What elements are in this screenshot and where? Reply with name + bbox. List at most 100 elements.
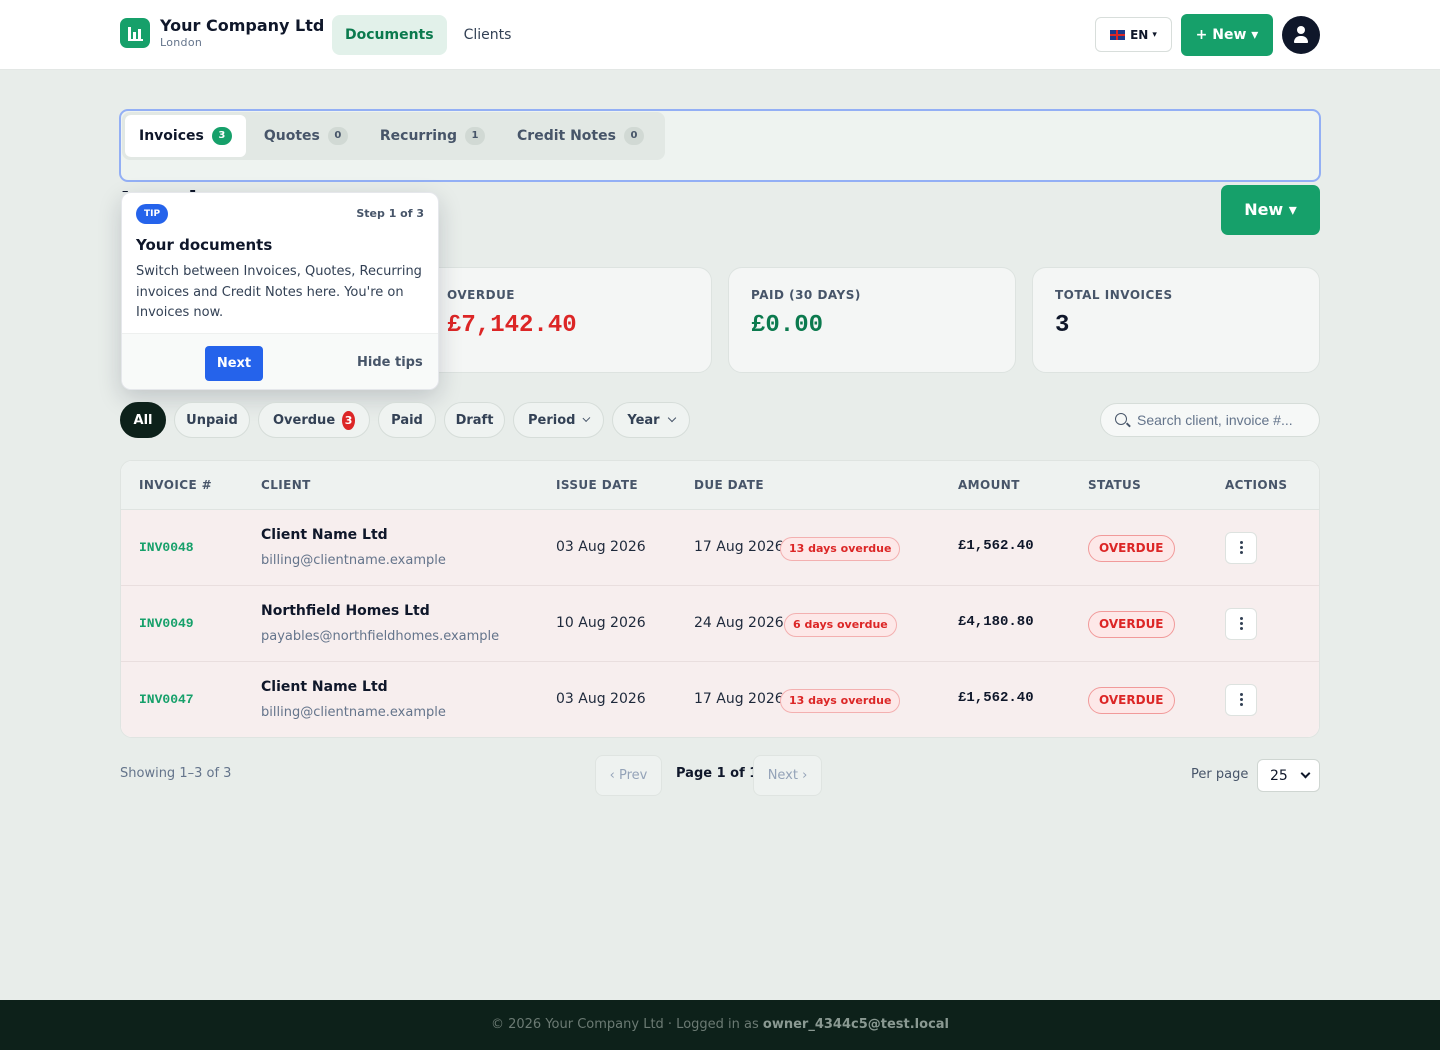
filter-label: Period	[528, 412, 576, 428]
column-header: ACTIONS	[1225, 478, 1288, 492]
main-nav: Documents Clients	[332, 15, 528, 55]
tab-count: 0	[327, 127, 348, 145]
table-header: INVOICE # CLIENT ISSUE DATE DUE DATE AMO…	[121, 461, 1319, 510]
filter-unpaid[interactable]: Unpaid	[174, 402, 250, 438]
per-page-select[interactable]: 25	[1257, 759, 1320, 792]
status-badge: OVERDUE	[1088, 611, 1175, 638]
filter-all[interactable]: All	[120, 402, 166, 438]
tab-label: Credit Notes	[517, 128, 616, 144]
company-name: Your Company Ltd	[160, 16, 325, 35]
invoices-table: INVOICE # CLIENT ISSUE DATE DUE DATE AMO…	[120, 460, 1320, 738]
filter-overdue[interactable]: Overdue 3	[258, 402, 370, 438]
row-actions-button[interactable]	[1225, 684, 1257, 716]
client-name: Northfield Homes Ltd	[261, 603, 430, 619]
hide-tips-button[interactable]: Hide tips	[357, 355, 423, 370]
tip-step: Step 1 of 3	[356, 207, 424, 220]
stat-card-overdue: OVERDUE £7,142.40	[424, 267, 712, 373]
table-row[interactable]: INV0048 Client Name Ltd billing@clientna…	[121, 510, 1319, 586]
tab-recurring[interactable]: Recurring 1	[366, 115, 499, 157]
stat-value: £0.00	[751, 312, 824, 339]
tab-credit-notes[interactable]: Credit Notes 0	[503, 115, 658, 157]
client-name: Client Name Ltd	[261, 527, 388, 543]
table-row[interactable]: INV0049 Northfield Homes Ltd payables@no…	[121, 586, 1319, 662]
footer: © 2026 Your Company Ltd · Logged in as o…	[0, 1000, 1440, 1050]
filter-year[interactable]: Year	[612, 402, 690, 438]
new-document-button[interactable]: New ▾	[1221, 185, 1320, 235]
stat-value: £7,142.40	[447, 312, 577, 339]
search-placeholder: Search client, invoice #...	[1137, 412, 1293, 428]
issue-date: 03 Aug 2026	[556, 539, 646, 555]
user-icon	[1297, 26, 1305, 34]
chevron-down-icon	[667, 413, 676, 423]
more-vertical-icon	[1240, 541, 1243, 544]
tab-count: 0	[623, 127, 644, 145]
tab-quotes[interactable]: Quotes 0	[250, 115, 362, 157]
page-indicator: Page 1 of 1	[676, 766, 759, 781]
filter-period[interactable]: Period	[513, 402, 604, 438]
tab-invoices[interactable]: Invoices 3	[125, 115, 246, 157]
tab-label: Quotes	[263, 128, 320, 144]
tip-body: Switch between Invoices, Quotes, Recurri…	[136, 264, 422, 320]
header-new-button[interactable]: + New ▾	[1181, 14, 1273, 56]
company-city: London	[160, 36, 203, 49]
more-vertical-icon	[1240, 617, 1243, 620]
client-name: Client Name Ltd	[261, 679, 388, 695]
amount: £1,562.40	[958, 538, 1034, 554]
overdue-days-badge: 13 days overdue	[780, 689, 901, 713]
stat-card-total: TOTAL INVOICES 3	[1032, 267, 1320, 373]
tip-next-button[interactable]: Next	[205, 346, 263, 381]
row-actions-button[interactable]	[1225, 608, 1257, 640]
stat-label: OVERDUE	[447, 288, 516, 302]
filter-label: Overdue	[273, 412, 336, 428]
user-avatar[interactable]	[1282, 16, 1320, 54]
filter-draft[interactable]: Draft	[444, 402, 505, 438]
issue-date: 03 Aug 2026	[556, 691, 646, 707]
due-date: 24 Aug 2026	[694, 615, 784, 631]
tab-count: 3	[211, 127, 232, 145]
due-date: 17 Aug 2026	[694, 691, 784, 707]
tip-title: Your documents	[136, 236, 273, 254]
tab-label: Recurring	[379, 128, 458, 144]
tip-badge: TIP	[136, 204, 169, 224]
company-logo-icon	[120, 18, 150, 48]
overdue-days-badge: 13 days overdue	[780, 537, 901, 561]
chevron-down-icon	[1300, 768, 1311, 779]
tip-footer: Next Hide tips	[122, 333, 438, 389]
top-bar: Your Company Ltd London Documents Client…	[0, 0, 1440, 70]
filter-label: Year	[627, 412, 660, 428]
stat-value: 3	[1055, 312, 1070, 339]
due-date: 17 Aug 2026	[694, 539, 784, 555]
language-code: EN	[1130, 27, 1149, 42]
client-email: billing@clientname.example	[261, 705, 446, 720]
row-actions-button[interactable]	[1225, 532, 1257, 564]
amount: £4,180.80	[958, 614, 1034, 630]
filter-paid[interactable]: Paid	[378, 402, 436, 438]
per-page-label: Per page	[1191, 767, 1249, 782]
column-header[interactable]: CLIENT	[261, 478, 311, 492]
prev-page-button[interactable]: ‹ Prev	[595, 755, 662, 796]
chevron-down-icon: ▾	[1152, 29, 1157, 40]
per-page-value: 25	[1270, 768, 1288, 784]
page-title: Invoices	[120, 182, 250, 192]
column-header[interactable]: AMOUNT	[958, 478, 1020, 492]
footer-text: © 2026 Your Company Ltd · Logged in as	[490, 1017, 759, 1032]
brand[interactable]: Your Company Ltd London	[120, 16, 324, 50]
column-header[interactable]: STATUS	[1088, 478, 1141, 492]
language-selector[interactable]: EN ▾	[1095, 17, 1172, 52]
column-header[interactable]: ISSUE DATE	[556, 478, 638, 492]
footer-user: owner_4344c5@test.local	[762, 1017, 950, 1032]
nav-clients[interactable]: Clients	[451, 15, 525, 55]
table-row[interactable]: INV0047 Client Name Ltd billing@clientna…	[121, 662, 1319, 737]
search-input[interactable]: Search client, invoice #...	[1100, 403, 1320, 437]
next-page-button[interactable]: Next ›	[753, 755, 822, 796]
chevron-down-icon	[582, 414, 591, 422]
column-header[interactable]: INVOICE #	[139, 478, 212, 492]
invoice-number-link[interactable]: INV0048	[139, 540, 194, 555]
stat-label: TOTAL INVOICES	[1055, 288, 1173, 302]
invoice-number-link[interactable]: INV0047	[139, 692, 194, 707]
column-header[interactable]: DUE DATE	[694, 478, 764, 492]
invoice-number-link[interactable]: INV0049	[139, 616, 194, 631]
overdue-count-badge: 3	[342, 410, 355, 430]
showing-count: Showing 1–3 of 3	[120, 766, 232, 781]
nav-documents[interactable]: Documents	[332, 15, 447, 55]
